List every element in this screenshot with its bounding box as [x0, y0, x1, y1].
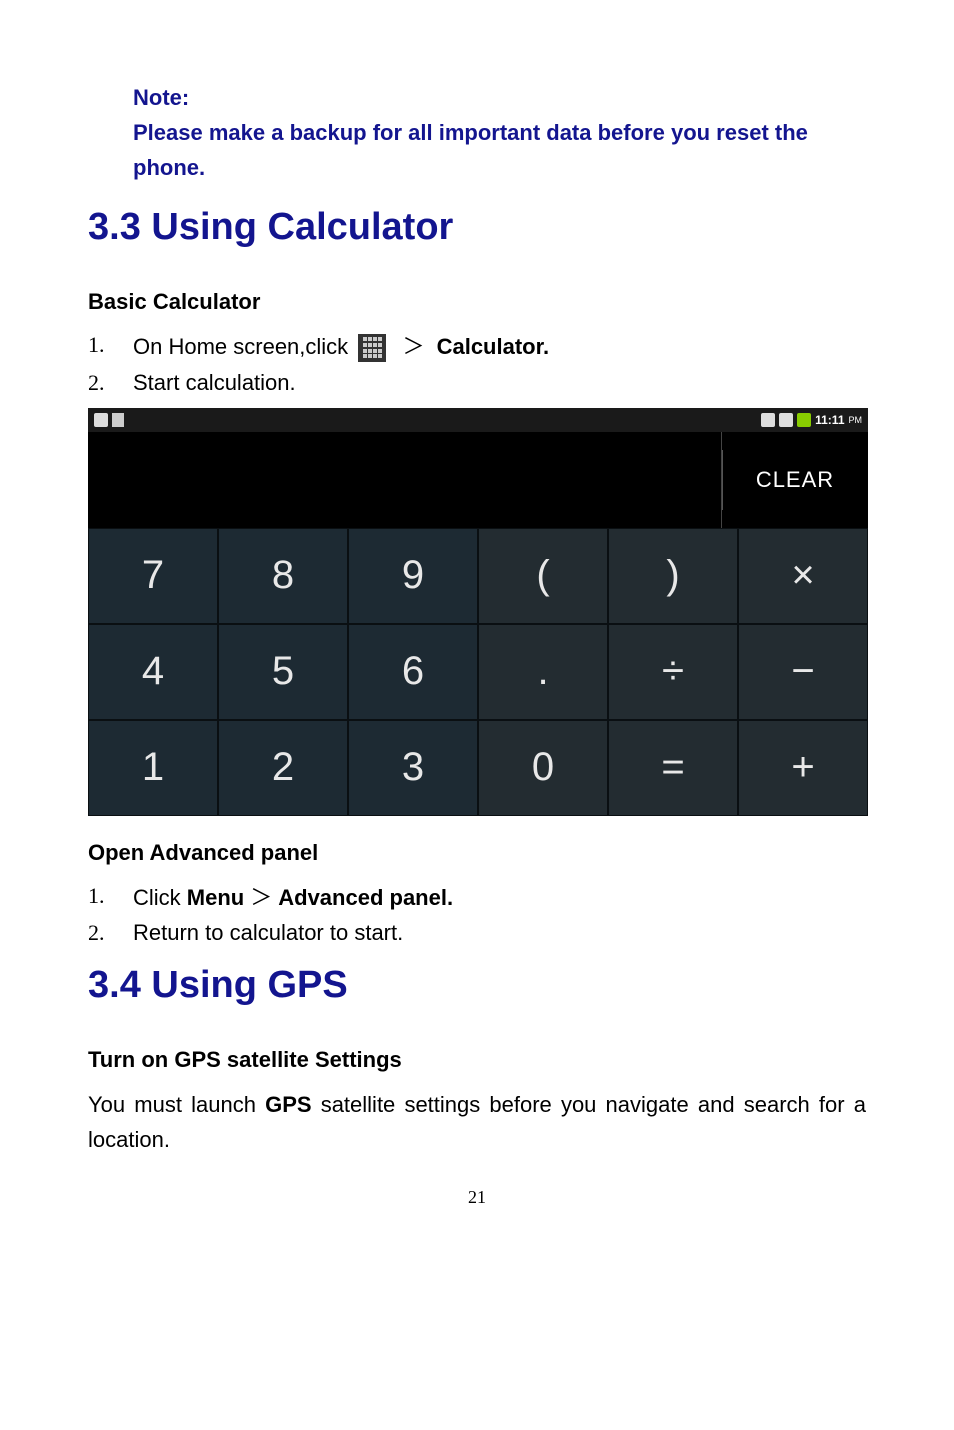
- calc-key-0[interactable]: 0: [478, 720, 608, 816]
- list-number: 2.: [88, 920, 133, 946]
- body-text-bold: GPS: [265, 1092, 311, 1117]
- calc-key-4[interactable]: 4: [88, 624, 218, 720]
- step-text-bold: Advanced panel.: [278, 885, 453, 910]
- status-ampm: PM: [849, 415, 863, 425]
- step-text: Return to calculator to start.: [133, 920, 866, 946]
- step-text: On Home screen,click: [133, 334, 348, 359]
- subheading-advanced-panel: Open Advanced panel: [88, 840, 866, 866]
- note-block: Note: Please make a backup for all impor…: [133, 80, 866, 186]
- 3g-icon: [761, 413, 775, 427]
- chevron-right-icon: ＞: [250, 885, 272, 910]
- status-bar: 11:11 PM: [88, 408, 868, 432]
- calculator-display[interactable]: [88, 432, 721, 528]
- section-heading-33: 3.3 Using Calculator: [88, 206, 866, 249]
- step-text: Start calculation.: [133, 370, 866, 396]
- list-number: 2.: [88, 370, 133, 396]
- body-text: You must launch: [88, 1092, 265, 1117]
- calc-key-÷[interactable]: ÷: [608, 624, 738, 720]
- step-text-bold: Calculator.: [437, 334, 549, 359]
- calc-key-+[interactable]: +: [738, 720, 868, 816]
- battery-icon: [797, 413, 811, 427]
- subheading-basic-calculator: Basic Calculator: [88, 289, 866, 315]
- calc-key-6[interactable]: 6: [348, 624, 478, 720]
- apps-grid-icon: [358, 334, 386, 362]
- calc-key-8[interactable]: 8: [218, 528, 348, 624]
- calc-key-3[interactable]: 3: [348, 720, 478, 816]
- section-heading-34: 3.4 Using GPS: [88, 964, 866, 1007]
- calc-key-.[interactable]: .: [478, 624, 608, 720]
- calc-key-7[interactable]: 7: [88, 528, 218, 624]
- calc-key-1[interactable]: 1: [88, 720, 218, 816]
- status-time: 11:11: [815, 413, 844, 427]
- subheading-gps-settings: Turn on GPS satellite Settings: [88, 1047, 866, 1073]
- list-item: 1. Click Menu＞Advanced panel.: [88, 880, 866, 912]
- signal-icon: [779, 413, 793, 427]
- list-number: 1.: [88, 332, 133, 358]
- list-item: 1. On Home screen,click ＞ Calculator.: [88, 329, 866, 362]
- step-text: Click: [133, 885, 187, 910]
- calc-key-×[interactable]: ×: [738, 528, 868, 624]
- list-item: 2. Start calculation.: [88, 370, 866, 396]
- note-title: Note:: [133, 80, 866, 115]
- step-text-bold: Menu: [187, 885, 244, 910]
- calc-key-5[interactable]: 5: [218, 624, 348, 720]
- clear-button[interactable]: CLEAR: [721, 432, 868, 528]
- calc-key-([interactable]: (: [478, 528, 608, 624]
- list-number: 1.: [88, 883, 133, 909]
- usb-icon: [112, 413, 124, 427]
- chevron-right-icon: ＞: [402, 334, 424, 359]
- calc-key-=[interactable]: =: [608, 720, 738, 816]
- body-paragraph: You must launch GPS satellite settings b…: [88, 1087, 866, 1157]
- note-body: Please make a backup for all important d…: [133, 115, 866, 185]
- calc-key-)[interactable]: ): [608, 528, 738, 624]
- calc-key-−[interactable]: −: [738, 624, 868, 720]
- list-item: 2. Return to calculator to start.: [88, 920, 866, 946]
- sd-card-icon: [94, 413, 108, 427]
- calc-key-2[interactable]: 2: [218, 720, 348, 816]
- page-number: 21: [88, 1187, 866, 1208]
- calculator-screenshot: 11:11 PM CLEAR 789()× 456.÷− 1230=+: [88, 408, 868, 816]
- calc-key-9[interactable]: 9: [348, 528, 478, 624]
